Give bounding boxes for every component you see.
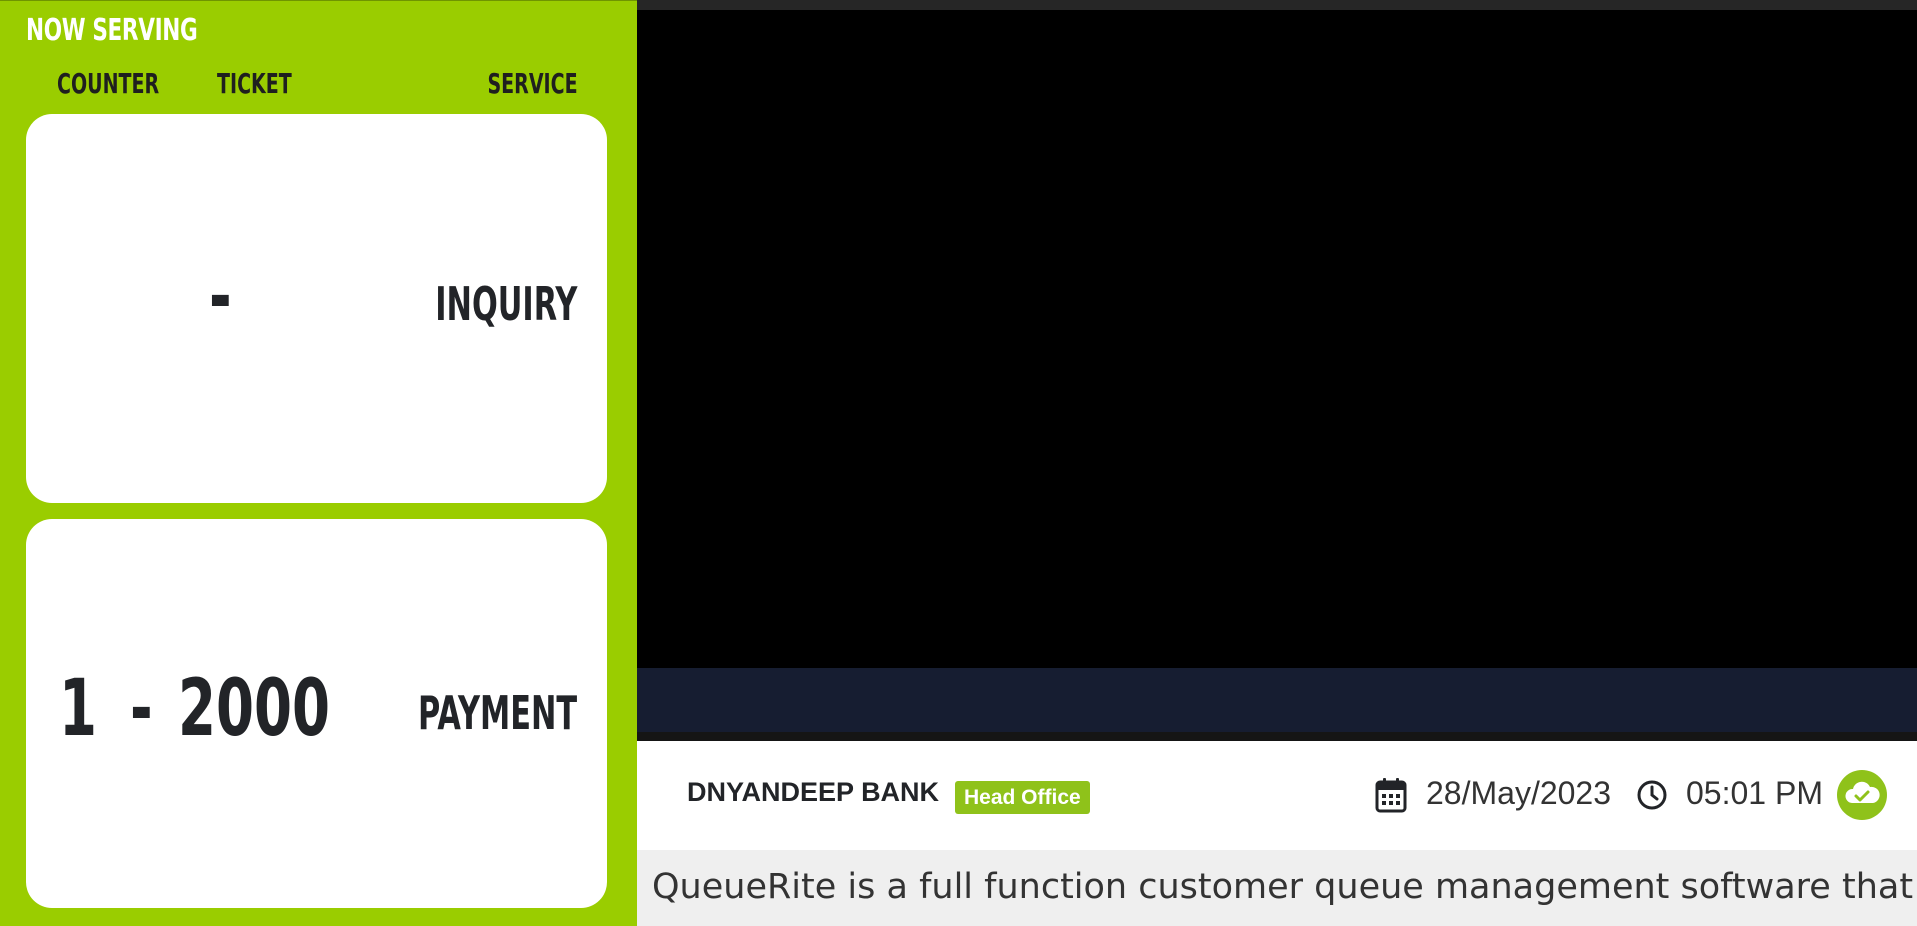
calendar-icon xyxy=(1375,778,1407,813)
counter-number: 1 xyxy=(59,664,97,754)
column-header-service: SERVICE xyxy=(487,67,578,100)
service-name: PAYMENT xyxy=(417,686,577,740)
ticket-number: 2000 xyxy=(178,664,330,754)
ticker-text: QueueRite is a full function customer qu… xyxy=(652,867,1917,907)
ticket-separator: - xyxy=(209,252,232,342)
now-serving-panel: NOW SERVING COUNTER TICKET SERVICE - INQ… xyxy=(0,0,637,926)
now-serving-heading: NOW SERVING xyxy=(26,13,198,48)
info-bar: DNYANDEEP BANK Head Office 28/May/2023 0… xyxy=(637,741,1917,850)
banner-band xyxy=(637,668,1917,732)
news-ticker: QueueRite is a full function customer qu… xyxy=(637,850,1917,926)
bank-name: DNYANDEEP BANK xyxy=(687,777,940,807)
divider xyxy=(637,732,1917,741)
clock-icon xyxy=(1637,780,1667,810)
ticket-separator: - xyxy=(130,664,153,754)
branch-badge: Head Office xyxy=(955,781,1090,814)
column-header-ticket: TICKET xyxy=(217,67,292,100)
service-name: INQUIRY xyxy=(434,277,577,331)
queue-card: 1 - 2000 PAYMENT xyxy=(26,519,607,908)
video-display xyxy=(637,10,1917,668)
top-bar xyxy=(637,0,1917,10)
column-header-counter: COUNTER xyxy=(57,67,160,100)
time-display: 05:01 PM xyxy=(1686,775,1823,811)
queue-card: - INQUIRY xyxy=(26,114,607,503)
date-display: 28/May/2023 xyxy=(1426,775,1612,811)
cloud-check-icon xyxy=(1837,770,1887,820)
